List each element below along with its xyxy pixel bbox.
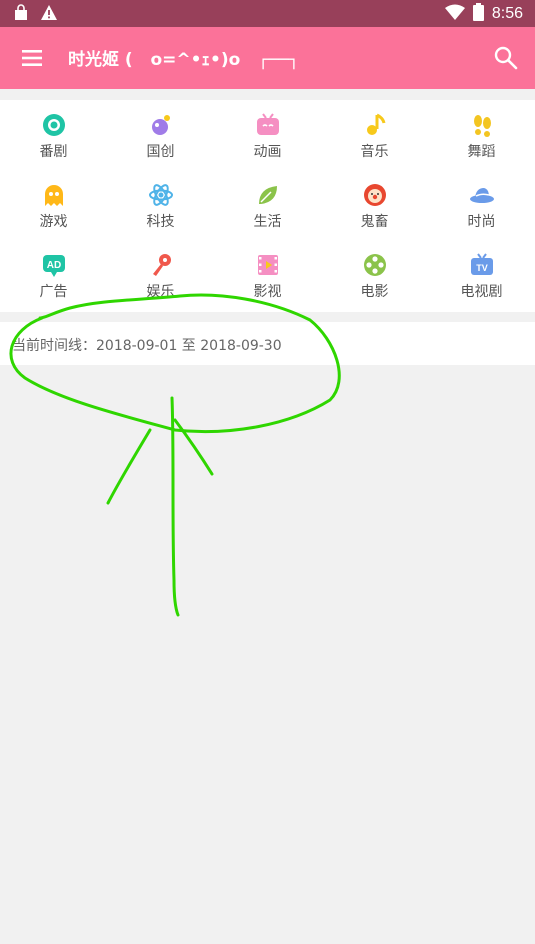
- category-item[interactable]: 番剧: [0, 106, 107, 176]
- category-item[interactable]: 音乐: [321, 106, 428, 176]
- hamburger-menu-icon[interactable]: [20, 46, 46, 70]
- category-item[interactable]: 时尚: [428, 176, 535, 246]
- leaf-icon: [255, 182, 281, 208]
- category-label: 影视: [253, 284, 282, 300]
- category-item[interactable]: 游戏: [0, 176, 107, 246]
- category-item[interactable]: 舞蹈: [428, 106, 535, 176]
- ad-icon: AD: [41, 252, 67, 278]
- timeline-bar: 当前时间线：2018-09-01 至 2018-09-30: [0, 322, 535, 365]
- footprints-icon: [469, 112, 495, 138]
- category-item[interactable]: TV 电视剧: [428, 246, 535, 316]
- category-label: 舞蹈: [467, 144, 496, 160]
- status-bar: 8:56: [0, 0, 535, 27]
- category-label: 番剧: [39, 144, 68, 160]
- battery-icon: [472, 3, 484, 25]
- app-title: 时光姬 ( o=^•ｪ•)o ┌──┐: [68, 50, 299, 70]
- category-label: 电影: [360, 284, 389, 300]
- music-note-icon: [362, 112, 388, 138]
- category-label: 时尚: [467, 214, 496, 230]
- category-label: 娱乐: [146, 284, 175, 300]
- clown-icon: [362, 182, 388, 208]
- category-label: 音乐: [360, 144, 389, 160]
- bangumi-icon: [41, 112, 67, 138]
- category-label: 鬼畜: [360, 214, 389, 230]
- app-bar: 时光姬 ( o=^•ｪ•)o ┌──┐: [0, 27, 535, 89]
- category-item[interactable]: 鬼畜: [321, 176, 428, 246]
- category-grid-card: 番剧 国创 动画 音乐 舞蹈游戏 科技 生活 鬼畜 时尚 AD 广告 娱乐 影视 电影 TV 电视剧: [0, 100, 535, 312]
- category-item[interactable]: 生活: [214, 176, 321, 246]
- category-label: 电视剧: [460, 284, 503, 300]
- svg-text:AD: AD: [46, 260, 60, 271]
- category-label: 国创: [146, 144, 175, 160]
- category-label: 科技: [146, 214, 175, 230]
- guochuang-icon: [148, 112, 174, 138]
- ghost-icon: [41, 182, 67, 208]
- category-item[interactable]: 科技: [107, 176, 214, 246]
- category-item[interactable]: AD 广告: [0, 246, 107, 316]
- category-item[interactable]: 动画: [214, 106, 321, 176]
- hat-icon: [469, 182, 495, 208]
- category-item[interactable]: 娱乐: [107, 246, 214, 316]
- tv-icon: TV: [469, 252, 495, 278]
- tv-face-icon: [255, 112, 281, 138]
- search-icon[interactable]: [493, 45, 519, 71]
- category-item[interactable]: 影视: [214, 246, 321, 316]
- film-reel-icon: [362, 252, 388, 278]
- shopping-bag-icon: [12, 4, 30, 26]
- warning-icon: [40, 4, 58, 26]
- svg-text:TV: TV: [476, 263, 488, 273]
- category-grid: 番剧 国创 动画 音乐 舞蹈游戏 科技 生活 鬼畜 时尚 AD 广告 娱乐 影视 电影 TV 电视剧: [0, 106, 535, 316]
- category-label: 游戏: [39, 214, 68, 230]
- annotation-arrow-right-head: [173, 418, 214, 476]
- category-item[interactable]: 电影: [321, 246, 428, 316]
- category-label: 生活: [253, 214, 282, 230]
- annotation-arrow-shaft: [170, 396, 180, 617]
- microphone-icon: [148, 252, 174, 278]
- clock: 8:56: [491, 5, 523, 22]
- category-item[interactable]: 国创: [107, 106, 214, 176]
- category-label: 广告: [39, 284, 68, 300]
- timeline-label: 当前时间线：2018-09-01 至 2018-09-30: [12, 338, 282, 354]
- atom-icon: [148, 182, 174, 208]
- wifi-icon: [444, 4, 465, 24]
- category-label: 动画: [253, 144, 282, 160]
- film-icon: [255, 252, 281, 278]
- annotation-arrow-left-head: [106, 428, 152, 505]
